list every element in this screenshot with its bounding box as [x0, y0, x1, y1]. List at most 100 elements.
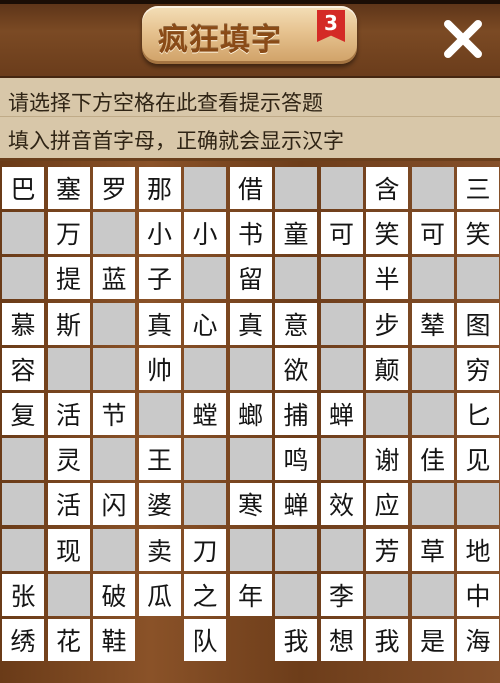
grid-cell-filled[interactable]: 活: [47, 483, 90, 526]
grid-cell-empty[interactable]: [457, 257, 499, 300]
grid-cell-filled[interactable]: 海: [457, 618, 499, 661]
grid-cell-filled[interactable]: 张: [2, 573, 44, 616]
grid-cell-filled[interactable]: 穷: [457, 347, 499, 390]
grid-cell-empty[interactable]: [320, 167, 363, 209]
grid-cell-empty[interactable]: [2, 257, 44, 300]
grid-cell-filled[interactable]: 我: [366, 618, 408, 661]
grid-cell-empty[interactable]: [184, 257, 226, 300]
grid-cell-filled[interactable]: 借: [229, 167, 272, 209]
grid-cell-filled[interactable]: 罗: [93, 167, 135, 209]
grid-cell-empty[interactable]: [275, 573, 317, 616]
grid-cell-empty[interactable]: [229, 438, 272, 481]
grid-cell-empty[interactable]: [320, 438, 363, 481]
grid-cell-filled[interactable]: 草: [411, 528, 454, 571]
grid-cell-empty[interactable]: [275, 528, 317, 571]
grid-cell-empty[interactable]: [2, 528, 44, 571]
grid-cell-empty[interactable]: [366, 573, 408, 616]
grid-cell-filled[interactable]: 半: [366, 257, 408, 300]
grid-cell-filled[interactable]: 芳: [366, 528, 408, 571]
grid-cell-filled[interactable]: 那: [138, 167, 181, 209]
grid-cell-empty[interactable]: [184, 438, 226, 481]
grid-cell-empty[interactable]: [93, 528, 135, 571]
grid-cell-empty[interactable]: [2, 212, 44, 255]
grid-cell-empty[interactable]: [411, 347, 454, 390]
grid-cell-empty[interactable]: [229, 347, 272, 390]
grid-cell-filled[interactable]: 蝉: [275, 483, 317, 526]
grid-cell-filled[interactable]: 辇: [411, 302, 454, 345]
grid-cell-empty[interactable]: [93, 347, 135, 390]
grid-cell-filled[interactable]: 真: [138, 302, 181, 345]
grid-cell-filled[interactable]: 匕: [457, 392, 499, 435]
grid-cell-empty[interactable]: [411, 257, 454, 300]
grid-cell-filled[interactable]: 王: [138, 438, 181, 481]
grid-cell-filled[interactable]: 欲: [275, 347, 317, 390]
grid-cell-filled[interactable]: 巴: [2, 167, 44, 209]
grid-cell-filled[interactable]: 塞: [47, 167, 90, 209]
grid-cell-empty[interactable]: [457, 483, 499, 526]
grid-cell-empty[interactable]: [93, 302, 135, 345]
grid-cell-filled[interactable]: 容: [2, 347, 44, 390]
grid-cell-filled[interactable]: 小: [184, 212, 226, 255]
grid-cell-empty[interactable]: [366, 392, 408, 435]
grid-cell-filled[interactable]: 是: [411, 618, 454, 661]
grid-cell-empty[interactable]: [275, 167, 317, 209]
grid-cell-filled[interactable]: 真: [229, 302, 272, 345]
grid-cell-filled[interactable]: 活: [47, 392, 90, 435]
grid-cell-empty[interactable]: [2, 438, 44, 481]
grid-cell-empty[interactable]: [411, 573, 454, 616]
grid-cell-filled[interactable]: 蝉: [320, 392, 363, 435]
grid-cell-filled[interactable]: 鞋: [93, 618, 135, 661]
grid-cell-filled[interactable]: 地: [457, 528, 499, 571]
grid-cell-filled[interactable]: 灵: [47, 438, 90, 481]
grid-cell-filled[interactable]: 队: [184, 618, 226, 661]
grid-cell-filled[interactable]: 应: [366, 483, 408, 526]
grid-cell-filled[interactable]: 帅: [138, 347, 181, 390]
grid-cell-filled[interactable]: 绣: [2, 618, 44, 661]
grid-cell-filled[interactable]: 笑: [366, 212, 408, 255]
grid-cell-filled[interactable]: 蓝: [93, 257, 135, 300]
grid-cell-filled[interactable]: 寒: [229, 483, 272, 526]
grid-cell-filled[interactable]: 步: [366, 302, 408, 345]
grid-cell-filled[interactable]: 鸣: [275, 438, 317, 481]
grid-cell-empty[interactable]: [184, 347, 226, 390]
grid-cell-empty[interactable]: [47, 347, 90, 390]
grid-cell-filled[interactable]: 含: [366, 167, 408, 209]
grid-cell-filled[interactable]: 童: [275, 212, 317, 255]
grid-cell-empty[interactable]: [275, 257, 317, 300]
grid-cell-filled[interactable]: 慕: [2, 302, 44, 345]
grid-cell-filled[interactable]: 刀: [184, 528, 226, 571]
grid-cell-filled[interactable]: 万: [47, 212, 90, 255]
grid-cell-filled[interactable]: 现: [47, 528, 90, 571]
grid-cell-empty[interactable]: [411, 392, 454, 435]
grid-cell-filled[interactable]: 破: [93, 573, 135, 616]
grid-cell-filled[interactable]: 李: [320, 573, 363, 616]
grid-cell-filled[interactable]: 书: [229, 212, 272, 255]
grid-cell-filled[interactable]: 婆: [138, 483, 181, 526]
grid-cell-filled[interactable]: 螳: [184, 392, 226, 435]
grid-cell-filled[interactable]: 图: [457, 302, 499, 345]
grid-cell-empty[interactable]: [320, 302, 363, 345]
close-button[interactable]: [440, 16, 486, 62]
grid-cell-filled[interactable]: 卖: [138, 528, 181, 571]
grid-cell-filled[interactable]: 颠: [366, 347, 408, 390]
grid-cell-empty[interactable]: [93, 438, 135, 481]
grid-cell-filled[interactable]: 中: [457, 573, 499, 616]
grid-cell-filled[interactable]: 斯: [47, 302, 90, 345]
grid-cell-empty[interactable]: [411, 167, 454, 209]
grid-cell-filled[interactable]: 小: [138, 212, 181, 255]
grid-cell-empty[interactable]: [93, 212, 135, 255]
grid-cell-empty[interactable]: [411, 483, 454, 526]
grid-cell-filled[interactable]: 瓜: [138, 573, 181, 616]
grid-cell-empty[interactable]: [138, 392, 181, 435]
grid-cell-filled[interactable]: 可: [320, 212, 363, 255]
grid-cell-filled[interactable]: 复: [2, 392, 44, 435]
grid-cell-empty[interactable]: [184, 483, 226, 526]
grid-cell-filled[interactable]: 笑: [457, 212, 499, 255]
grid-cell-filled[interactable]: 捕: [275, 392, 317, 435]
grid-cell-filled[interactable]: 三: [457, 167, 499, 209]
grid-cell-empty[interactable]: [184, 167, 226, 209]
grid-cell-empty[interactable]: [320, 257, 363, 300]
grid-cell-filled[interactable]: 年: [229, 573, 272, 616]
grid-cell-filled[interactable]: 留: [229, 257, 272, 300]
grid-cell-filled[interactable]: 子: [138, 257, 181, 300]
